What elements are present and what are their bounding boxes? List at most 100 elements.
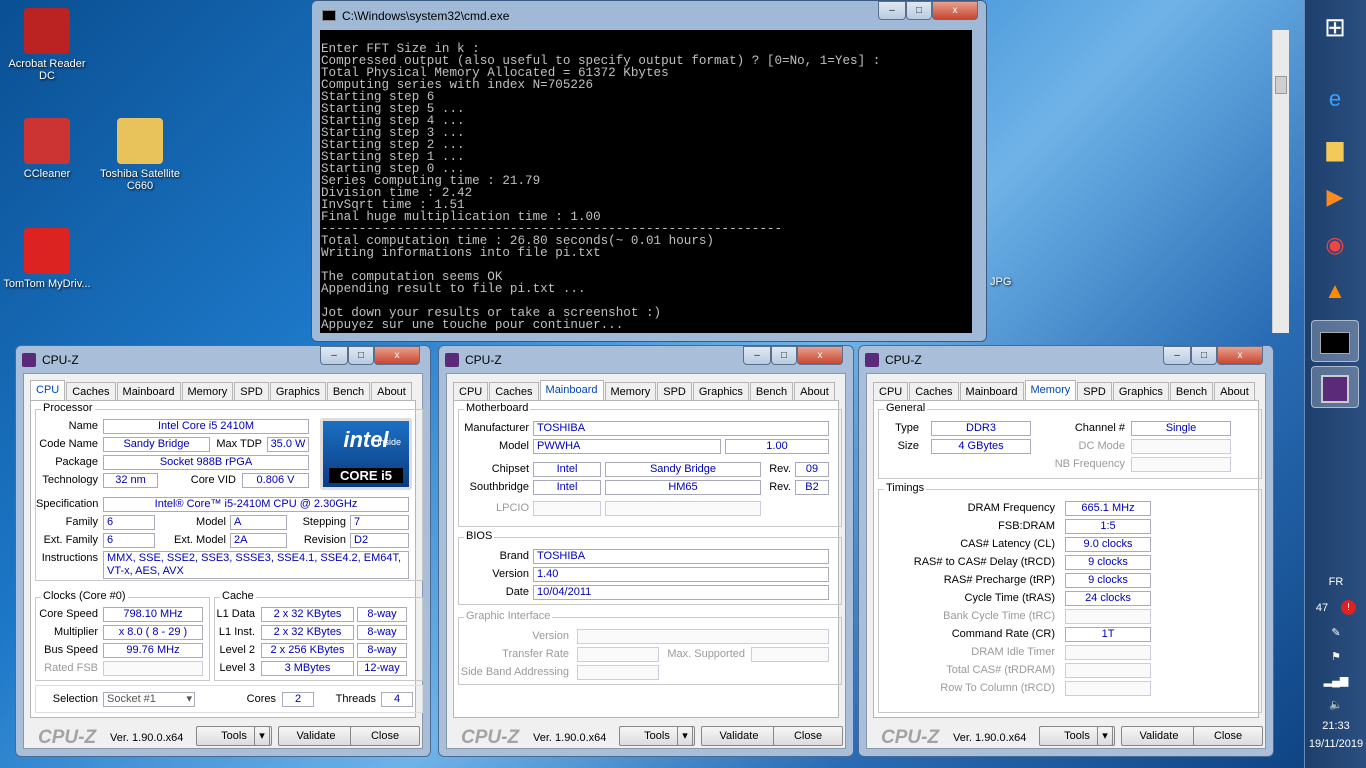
cmd-titlebar[interactable]: C:\Windows\system32\cmd.exe – □ x — [312, 1, 986, 29]
tab-mainboard[interactable]: Mainboard — [959, 382, 1024, 401]
tools-dropdown-icon[interactable]: ▾ — [254, 726, 270, 746]
version-label: Ver. 1.90.0.x64 — [533, 732, 607, 744]
scrollbar-thumb[interactable] — [1275, 76, 1287, 94]
tab-memory[interactable]: Memory — [181, 382, 234, 401]
tab-bench[interactable]: Bench — [1169, 382, 1214, 401]
maximize-button[interactable]: □ — [906, 1, 932, 20]
close-button[interactable]: x — [374, 346, 420, 365]
multiplier-field: x 8.0 ( 8 - 29 ) — [103, 625, 203, 640]
close-button[interactable]: Close — [773, 726, 843, 746]
tab-memory[interactable]: Memory — [604, 382, 657, 401]
network-icon[interactable]: ▂▄▆ — [1305, 674, 1366, 687]
model-revision-field: 1.00 — [725, 439, 829, 454]
tab-graphics[interactable]: Graphics — [692, 382, 749, 401]
group-label: BIOS — [464, 530, 495, 542]
taskbar-explorer[interactable]: ▆ — [1311, 128, 1359, 170]
gi-transfer-rate-label: Transfer Rate — [502, 648, 569, 660]
close-button[interactable]: x — [932, 1, 978, 20]
tab-mainboard[interactable]: Mainboard — [116, 382, 181, 401]
taskbar-cpuz[interactable] — [1311, 366, 1359, 408]
minimize-button[interactable]: – — [1163, 346, 1191, 365]
tab-mainboard[interactable]: Mainboard — [539, 380, 604, 402]
vlc-icon: ▲ — [1324, 278, 1346, 303]
southbridge-rev-field: B2 — [795, 480, 829, 495]
clock-time[interactable]: 21:33 — [1305, 720, 1366, 732]
instructions-field: MMX, SSE, SSE2, SSE3, SSSE3, SSE4.1, SSE… — [103, 551, 409, 579]
language-indicator[interactable]: FR — [1305, 576, 1366, 588]
taskbar-vlc[interactable]: ▲ — [1311, 270, 1359, 312]
tools-label: Tools — [644, 730, 670, 742]
clock-date[interactable]: 19/11/2019 — [1305, 738, 1366, 750]
tools-dropdown-icon[interactable]: ▾ — [1097, 726, 1113, 746]
tab-about[interactable]: About — [1214, 382, 1255, 401]
desktop-icon[interactable]: Acrobat Reader DC — [2, 8, 92, 82]
flag-icon[interactable]: ⚑ — [1305, 650, 1366, 663]
tdp-label: Max TDP — [216, 438, 262, 450]
instructions-label: Instructions — [41, 552, 98, 564]
tab-graphics[interactable]: Graphics — [1112, 382, 1169, 401]
socket-select[interactable]: Socket #1 ▾ — [103, 692, 195, 707]
desktop-icon[interactable]: TomTom MyDriv... — [2, 228, 92, 290]
minimize-button[interactable]: – — [878, 1, 906, 20]
tab-spd[interactable]: SPD — [1077, 382, 1112, 401]
maximize-button[interactable]: □ — [1191, 346, 1217, 365]
tab-cpu[interactable]: CPU — [453, 382, 489, 401]
minimize-button[interactable]: – — [320, 346, 348, 365]
maximize-button[interactable]: □ — [348, 346, 374, 365]
taskbar-media[interactable]: ▶ — [1311, 176, 1359, 218]
close-button[interactable]: x — [797, 346, 843, 365]
desktop-icon-label: Toshiba Satellite C660 — [99, 168, 181, 192]
notification-badge-icon[interactable]: ! — [1341, 600, 1356, 615]
acrobat-tray-icon[interactable]: ✎ — [1305, 626, 1366, 639]
taskbar-chrome[interactable]: ◉ — [1311, 224, 1359, 266]
tab-bench[interactable]: Bench — [326, 382, 371, 401]
taskbar-ie[interactable]: e — [1311, 78, 1359, 120]
close-button[interactable]: Close — [350, 726, 420, 746]
cpuz-window-memory[interactable]: CPU-Z – □ x CPU Caches Mainboard Memory SPD G… — [858, 345, 1274, 757]
trcd-label: RAS# to CAS# Delay (tRCD) — [913, 556, 1055, 568]
trc-field — [1065, 609, 1151, 624]
cpuz-window-cpu[interactable]: CPU-Z – □ x CPU Caches Mainboard Memory SPD G… — [15, 345, 431, 757]
validate-button[interactable]: Validate — [278, 726, 354, 746]
desktop-icon[interactable]: Toshiba Satellite C660 — [95, 118, 185, 192]
validate-button[interactable]: Validate — [701, 726, 777, 746]
tab-caches[interactable]: Caches — [909, 382, 959, 401]
tab-cpu[interactable]: CPU — [873, 382, 909, 401]
folder-icon: ▆ — [1326, 136, 1344, 161]
tab-bench[interactable]: Bench — [749, 382, 794, 401]
tab-memory[interactable]: Memory — [1024, 380, 1077, 402]
cmd-window[interactable]: C:\Windows\system32\cmd.exe – □ x Enter … — [311, 0, 1289, 342]
mainboard-panel: Motherboard Manufacturer TOSHIBA Model P… — [453, 400, 842, 718]
cpuz-window-mainboard[interactable]: CPU-Z – □ x CPU Caches Mainboard Memory SPD G… — [438, 345, 854, 757]
cpu-panel: Processor Name Intel Core i5 2410M Code … — [30, 400, 423, 718]
desktop-file-label[interactable]: JPG — [990, 276, 1011, 288]
memory-panel: General Type DDR3 Channel # Single Size … — [873, 400, 1262, 718]
southbridge-rev-label: Rev. — [769, 481, 791, 493]
bottom-bar: CPU-Z Ver. 1.90.0.x64 Tools ▾ Validate C… — [24, 720, 422, 748]
app-icon — [24, 8, 70, 54]
taskbar-cmd[interactable] — [1311, 320, 1359, 362]
cmd-scrollbar[interactable] — [1272, 30, 1289, 333]
volume-icon[interactable]: 🔈 — [1305, 698, 1366, 711]
minimize-button[interactable]: – — [743, 346, 771, 365]
cmd-console[interactable]: Enter FFT Size in k : Compressed output (… — [320, 30, 972, 333]
tab-caches[interactable]: Caches — [66, 382, 116, 401]
desktop-icon[interactable]: CCleaner — [2, 118, 92, 180]
maximize-button[interactable]: □ — [771, 346, 797, 365]
tab-cpu[interactable]: CPU — [30, 380, 66, 402]
close-button[interactable]: x — [1217, 346, 1263, 365]
tab-about[interactable]: About — [371, 382, 412, 401]
tools-dropdown-icon[interactable]: ▾ — [677, 726, 693, 746]
tab-about[interactable]: About — [794, 382, 835, 401]
internet-explorer-icon: e — [1328, 86, 1342, 111]
validate-button[interactable]: Validate — [1121, 726, 1197, 746]
group-label: Cache — [220, 590, 256, 602]
tab-spd[interactable]: SPD — [657, 382, 692, 401]
tab-spd[interactable]: SPD — [234, 382, 269, 401]
codename-field: Sandy Bridge — [103, 437, 210, 452]
start-button[interactable]: ⊞ — [1311, 6, 1359, 48]
close-button[interactable]: Close — [1193, 726, 1263, 746]
tab-graphics[interactable]: Graphics — [269, 382, 326, 401]
gi-version-field — [577, 629, 829, 644]
tab-caches[interactable]: Caches — [489, 382, 539, 401]
